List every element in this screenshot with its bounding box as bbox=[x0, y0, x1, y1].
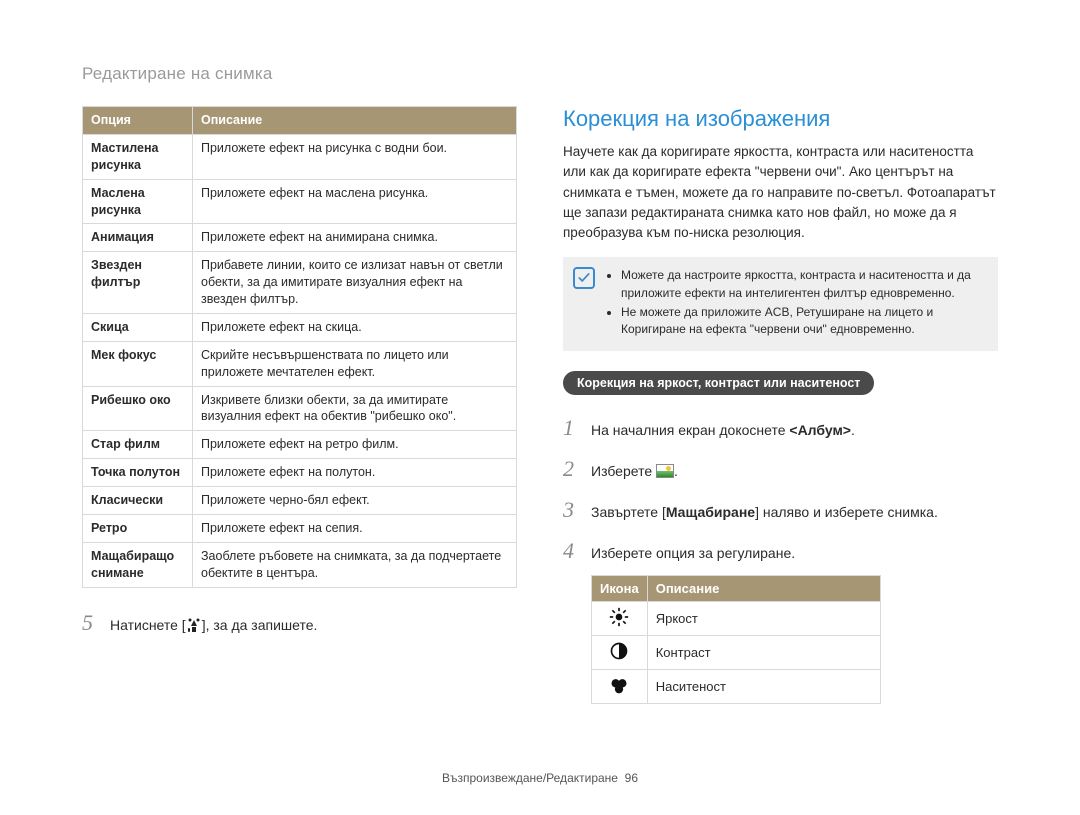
step-text: Изберете опция за регулиране. bbox=[591, 543, 795, 564]
option-desc-cell: Приложете ефект на ретро филм. bbox=[193, 431, 517, 459]
step-5-before: Натиснете [ bbox=[110, 617, 186, 633]
icon-table-header-icon: Икона bbox=[592, 575, 648, 601]
section-intro: Научете как да коригирате яркостта, конт… bbox=[563, 142, 998, 243]
step-text-after: ] наляво и изберете снимка. bbox=[755, 504, 938, 520]
subsection-pill: Корекция на яркост, контраст или наситен… bbox=[563, 371, 874, 395]
option-desc-cell: Прибавете линии, които се излизат навън … bbox=[193, 252, 517, 314]
option-desc-cell: Скрийте несъвършенствата по лицето или п… bbox=[193, 341, 517, 386]
option-desc-cell: Изкривете близки обекти, за да имитирате… bbox=[193, 386, 517, 431]
step-4: 4 Изберете опция за регулиране. bbox=[563, 534, 998, 567]
option-name-cell: Ретро bbox=[83, 514, 193, 542]
option-name-cell: Мащабиращо снимане bbox=[83, 542, 193, 587]
option-name-cell: Маслена рисунка bbox=[83, 179, 193, 224]
options-table-header-option: Опция bbox=[83, 107, 193, 135]
page-title: Редактиране на снимка bbox=[82, 64, 998, 84]
option-name-cell: Звезден филтър bbox=[83, 252, 193, 314]
option-desc-cell: Приложете ефект на скица. bbox=[193, 313, 517, 341]
step-text-after: . bbox=[851, 422, 855, 438]
option-desc-cell: Приложете ефект на полутон. bbox=[193, 459, 517, 487]
page-footer: Възпроизвеждане/Редактиране 96 bbox=[0, 771, 1080, 785]
option-desc-cell: Приложете ефект на сепия. bbox=[193, 514, 517, 542]
section-heading: Корекция на изображения bbox=[563, 106, 998, 132]
options-table-header-description: Описание bbox=[193, 107, 517, 135]
step-number: 5 bbox=[82, 606, 100, 639]
save-icon bbox=[186, 618, 202, 632]
step-text: Изберете . bbox=[591, 461, 678, 482]
step-5: 5 Натиснете [ ], за да запишете. bbox=[82, 606, 517, 639]
table-row: Стар филмПриложете ефект на ретро филм. bbox=[83, 431, 517, 459]
option-name-cell: Мек фокус bbox=[83, 341, 193, 386]
step-number: 1 bbox=[563, 411, 581, 444]
option-desc-cell: Приложете черно-бял ефект. bbox=[193, 487, 517, 515]
table-row: Точка полутонПриложете ефект на полутон. bbox=[83, 459, 517, 487]
note-bullet: Можете да настроите яркостта, контраста … bbox=[621, 267, 986, 302]
table-row: Рибешко окоИзкривете близки обекти, за д… bbox=[83, 386, 517, 431]
step-text-before: На началния екран докоснете bbox=[591, 422, 789, 438]
step-1: 1 На началния екран докоснете <Албум>. bbox=[563, 411, 998, 444]
icon-label-cell: Наситеност bbox=[647, 669, 880, 703]
step-text-after: . bbox=[674, 463, 678, 479]
option-name-cell: Точка полутон bbox=[83, 459, 193, 487]
brightness-icon bbox=[592, 601, 648, 635]
table-row: АнимацияПриложете ефект на анимирана сни… bbox=[83, 224, 517, 252]
table-row: Мастилена рисункаПриложете ефект на рису… bbox=[83, 134, 517, 179]
icon-table: Икона Описание ЯркостКонтрастНаситеност bbox=[591, 575, 881, 704]
table-row: СкицаПриложете ефект на скица. bbox=[83, 313, 517, 341]
step-number: 3 bbox=[563, 493, 581, 526]
option-name-cell: Скица bbox=[83, 313, 193, 341]
option-name-cell: Стар филм bbox=[83, 431, 193, 459]
step-number: 2 bbox=[563, 452, 581, 485]
saturation-icon bbox=[592, 669, 648, 703]
step-2: 2 Изберете . bbox=[563, 452, 998, 485]
option-desc-cell: Приложете ефект на маслена рисунка. bbox=[193, 179, 517, 224]
table-row: Контраст bbox=[592, 635, 881, 669]
right-column: Корекция на изображения Научете как да к… bbox=[563, 106, 998, 704]
left-column: Опция Описание Мастилена рисункаПриложет… bbox=[82, 106, 517, 704]
option-name-cell: Класически bbox=[83, 487, 193, 515]
step-text: Завъртете [Мащабиране] наляво и изберете… bbox=[591, 502, 938, 523]
option-name-cell: Мастилена рисунка bbox=[83, 134, 193, 179]
step-text: На началния екран докоснете <Албум>. bbox=[591, 420, 855, 441]
step-text-before: Изберете опция за регулиране. bbox=[591, 545, 795, 561]
table-row: Яркост bbox=[592, 601, 881, 635]
two-column-layout: Опция Описание Мастилена рисункаПриложет… bbox=[82, 106, 998, 704]
step-3: 3 Завъртете [Мащабиране] наляво и изберет… bbox=[563, 493, 998, 526]
table-row: Мек фокусСкрийте несъвършенствата по лиц… bbox=[83, 341, 517, 386]
note-bullet: Не можете да приложите ACB, Ретуширане н… bbox=[621, 304, 986, 339]
step-5-after: ], за да запишете. bbox=[202, 617, 318, 633]
table-row: РетроПриложете ефект на сепия. bbox=[83, 514, 517, 542]
step-text-bold: <Албум> bbox=[789, 422, 851, 438]
option-name-cell: Рибешко око bbox=[83, 386, 193, 431]
option-name-cell: Анимация bbox=[83, 224, 193, 252]
table-row: КласическиПриложете черно-бял ефект. bbox=[83, 487, 517, 515]
table-row: Звезден филтърПрибавете линии, които се … bbox=[83, 252, 517, 314]
icon-label-cell: Яркост bbox=[647, 601, 880, 635]
table-row: Наситеност bbox=[592, 669, 881, 703]
step-text-before: Завъртете [ bbox=[591, 504, 666, 520]
step-number: 4 bbox=[563, 534, 581, 567]
option-desc-cell: Приложете ефект на анимирана снимка. bbox=[193, 224, 517, 252]
option-desc-cell: Приложете ефект на рисунка с водни бои. bbox=[193, 134, 517, 179]
option-desc-cell: Заоблете ръбовете на снимката, за да под… bbox=[193, 542, 517, 587]
options-table: Опция Описание Мастилена рисункаПриложет… bbox=[82, 106, 517, 588]
note-box: Можете да настроите яркостта, контраста … bbox=[563, 257, 998, 351]
icon-label-cell: Контраст bbox=[647, 635, 880, 669]
icon-table-header-description: Описание bbox=[647, 575, 880, 601]
contrast-icon bbox=[592, 635, 648, 669]
album-thumbnail-icon bbox=[656, 464, 674, 478]
table-row: Маслена рисункаПриложете ефект на маслен… bbox=[83, 179, 517, 224]
step-text-bold: Мащабиране bbox=[666, 504, 755, 520]
table-row: Мащабиращо сниманеЗаоблете ръбовете на с… bbox=[83, 542, 517, 587]
footer-section: Възпроизвеждане/Редактиране bbox=[442, 771, 618, 785]
step-text: Натиснете [ ], за да запишете. bbox=[110, 615, 317, 636]
note-icon bbox=[573, 267, 595, 289]
page: Редактиране на снимка Опция Описание Мас… bbox=[0, 0, 1080, 815]
step-text-before: Изберете bbox=[591, 463, 656, 479]
footer-page-number: 96 bbox=[625, 771, 638, 785]
